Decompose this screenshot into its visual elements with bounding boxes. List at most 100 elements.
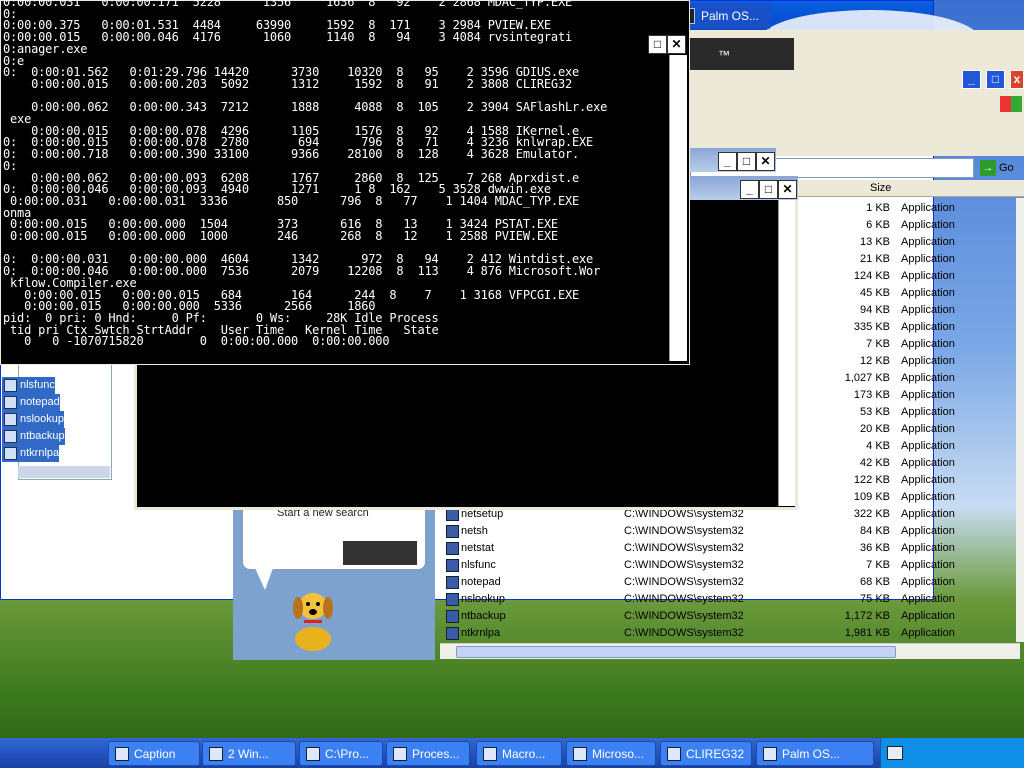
file-type: Application: [901, 491, 955, 503]
file-path: C:\WINDOWS\system32: [624, 576, 744, 588]
file-size: 124 KB: [853, 270, 890, 282]
file-path: C:\WINDOWS\system32: [624, 559, 744, 571]
application-icon: [4, 379, 17, 392]
file-size: 322 KB: [853, 508, 890, 520]
scroll-thumb[interactable]: [456, 646, 896, 658]
taskbar-button-label: C:\Pro...: [325, 747, 370, 761]
file-type: Application: [901, 219, 955, 231]
taskbar-button[interactable]: Macro...: [476, 741, 562, 766]
file-path: C:\WINDOWS\system32: [624, 627, 744, 639]
taskbar-button[interactable]: Palm OS...: [756, 741, 874, 766]
folder-icon: [209, 747, 223, 761]
folder-tree-item[interactable]: ntkrnlpa: [2, 445, 60, 462]
taskbar-button-label: Caption: [134, 747, 176, 761]
application-icon: [4, 430, 17, 443]
folder-tree-label: nslookup: [20, 413, 65, 425]
minimize-button[interactable]: _: [740, 180, 759, 199]
file-type: Application: [901, 355, 955, 367]
console-maximize-button[interactable]: □: [648, 35, 667, 54]
file-row[interactable]: nlsfunc C:\WINDOWS\system32 7 KB Applicatio…: [440, 557, 1024, 574]
file-row[interactable]: ntbackup C:\WINDOWS\system32 1,172 KB Appli…: [440, 608, 1024, 625]
explorer-horizontal-scrollbar[interactable]: [440, 643, 1020, 659]
taskbar-button[interactable]: 2 Win...: [202, 741, 296, 766]
taskbar-button[interactable]: Proces...: [386, 741, 470, 766]
taskbar-button-label: Microso...: [592, 747, 645, 761]
file-row[interactable]: ntkrnlpa C:\WINDOWS\system32 1,981 KB Appli…: [440, 625, 1024, 642]
file-type: Application: [901, 525, 955, 537]
explorer-vertical-scrollbar[interactable]: [1016, 198, 1024, 642]
file-row[interactable]: nslookup C:\WINDOWS\system32 75 KB Applicat…: [440, 591, 1024, 608]
file-type: Application: [901, 406, 955, 418]
application-icon: [4, 413, 17, 426]
file-size: 13 KB: [860, 236, 890, 248]
minimize-button[interactable]: _: [718, 152, 737, 171]
file-size: 84 KB: [860, 525, 890, 537]
go-arrow-icon: →: [980, 160, 996, 177]
explorer-maximize-button[interactable]: □: [986, 70, 1005, 89]
console-close-button[interactable]: ✕: [667, 35, 686, 54]
file-size: 68 KB: [860, 576, 890, 588]
file-path: C:\WINDOWS\system32: [624, 525, 744, 537]
search-bubble-button[interactable]: [343, 541, 417, 565]
file-row[interactable]: netstat C:\WINDOWS\system32 36 KB Applicati…: [440, 540, 1024, 557]
go-button[interactable]: → Go: [980, 158, 1020, 178]
file-type: Application: [901, 457, 955, 469]
application-icon: [446, 593, 459, 606]
file-name: nlsfunc: [461, 559, 496, 571]
taskbar-button-label: 2 Win...: [228, 747, 269, 761]
close-button[interactable]: ✕: [756, 152, 775, 171]
folder-tree-label: ntbackup: [20, 430, 65, 442]
file-type: Application: [901, 474, 955, 486]
column-header-size[interactable]: Size: [870, 182, 891, 194]
file-name: ntkrnlpa: [461, 627, 501, 639]
app-icon: [667, 747, 681, 761]
file-name: nslookup: [461, 593, 506, 605]
file-row[interactable]: netsh C:\WINDOWS\system32 84 KB Application: [440, 523, 1024, 540]
process-icon: [393, 747, 407, 761]
folder-tree-item[interactable]: ntbackup: [2, 428, 65, 445]
file-size: 173 KB: [853, 389, 890, 401]
taskbar-button[interactable]: CLIREG32: [660, 741, 752, 766]
file-type: Application: [901, 576, 955, 588]
taskbar-button[interactable]: C:\Pro...: [299, 741, 383, 766]
file-path: C:\WINDOWS\system32: [624, 542, 744, 554]
keyboard-icon[interactable]: [887, 746, 903, 760]
maximize-button[interactable]: □: [737, 152, 756, 171]
console-scrollbar[interactable]: [669, 55, 687, 361]
folder-tree-label: ntkrnlpa: [20, 447, 60, 459]
file-type: Application: [901, 423, 955, 435]
file-type: Application: [901, 338, 955, 350]
file-type: Application: [901, 236, 955, 248]
folder-tree-item[interactable]: notepad: [2, 394, 60, 411]
file-row[interactable]: notepad C:\WINDOWS\system32 68 KB Applicati…: [440, 574, 1024, 591]
explorer-close-button[interactable]: x: [1010, 70, 1024, 89]
folder-tree-item[interactable]: nslookup: [2, 411, 65, 428]
taskbar-button-label: Macro...: [502, 747, 546, 761]
taskbar-button[interactable]: Caption: [108, 741, 200, 766]
maximize-button[interactable]: □: [759, 180, 778, 199]
folder-tree-item[interactable]: nlsfunc: [2, 377, 55, 394]
application-icon: [446, 559, 459, 572]
taskbar-button-label: Palm OS...: [782, 747, 841, 761]
folder-tree-label: nlsfunc: [20, 379, 55, 391]
windows-logo-icon: [1000, 96, 1022, 112]
folder-tree-label: notepad: [20, 396, 60, 408]
taskbar-button[interactable]: Microso...: [566, 741, 656, 766]
console-output: 0:00:00.031 0:00:00.171 5228 1356 1636 8…: [3, 0, 608, 349]
application-icon: [4, 396, 17, 409]
cmd-icon: [306, 747, 320, 761]
console-secondary-scrollbar[interactable]: [778, 200, 795, 506]
file-size: 6 KB: [866, 219, 890, 231]
file-size: 75 KB: [860, 593, 890, 605]
application-icon: [446, 610, 459, 623]
console-window: 0:00:00.031 0:00:00.171 5228 1356 1636 8…: [0, 0, 690, 365]
file-size: 12 KB: [860, 355, 890, 367]
explorer-minimize-button[interactable]: _: [962, 70, 981, 89]
file-size: 7 KB: [866, 559, 890, 571]
file-size: 1,172 KB: [844, 610, 890, 622]
close-button[interactable]: ✕: [778, 180, 797, 199]
file-type: Application: [901, 559, 955, 571]
search-dog-icon[interactable]: [286, 584, 340, 654]
file-size: 94 KB: [860, 304, 890, 316]
application-icon: [446, 542, 459, 555]
